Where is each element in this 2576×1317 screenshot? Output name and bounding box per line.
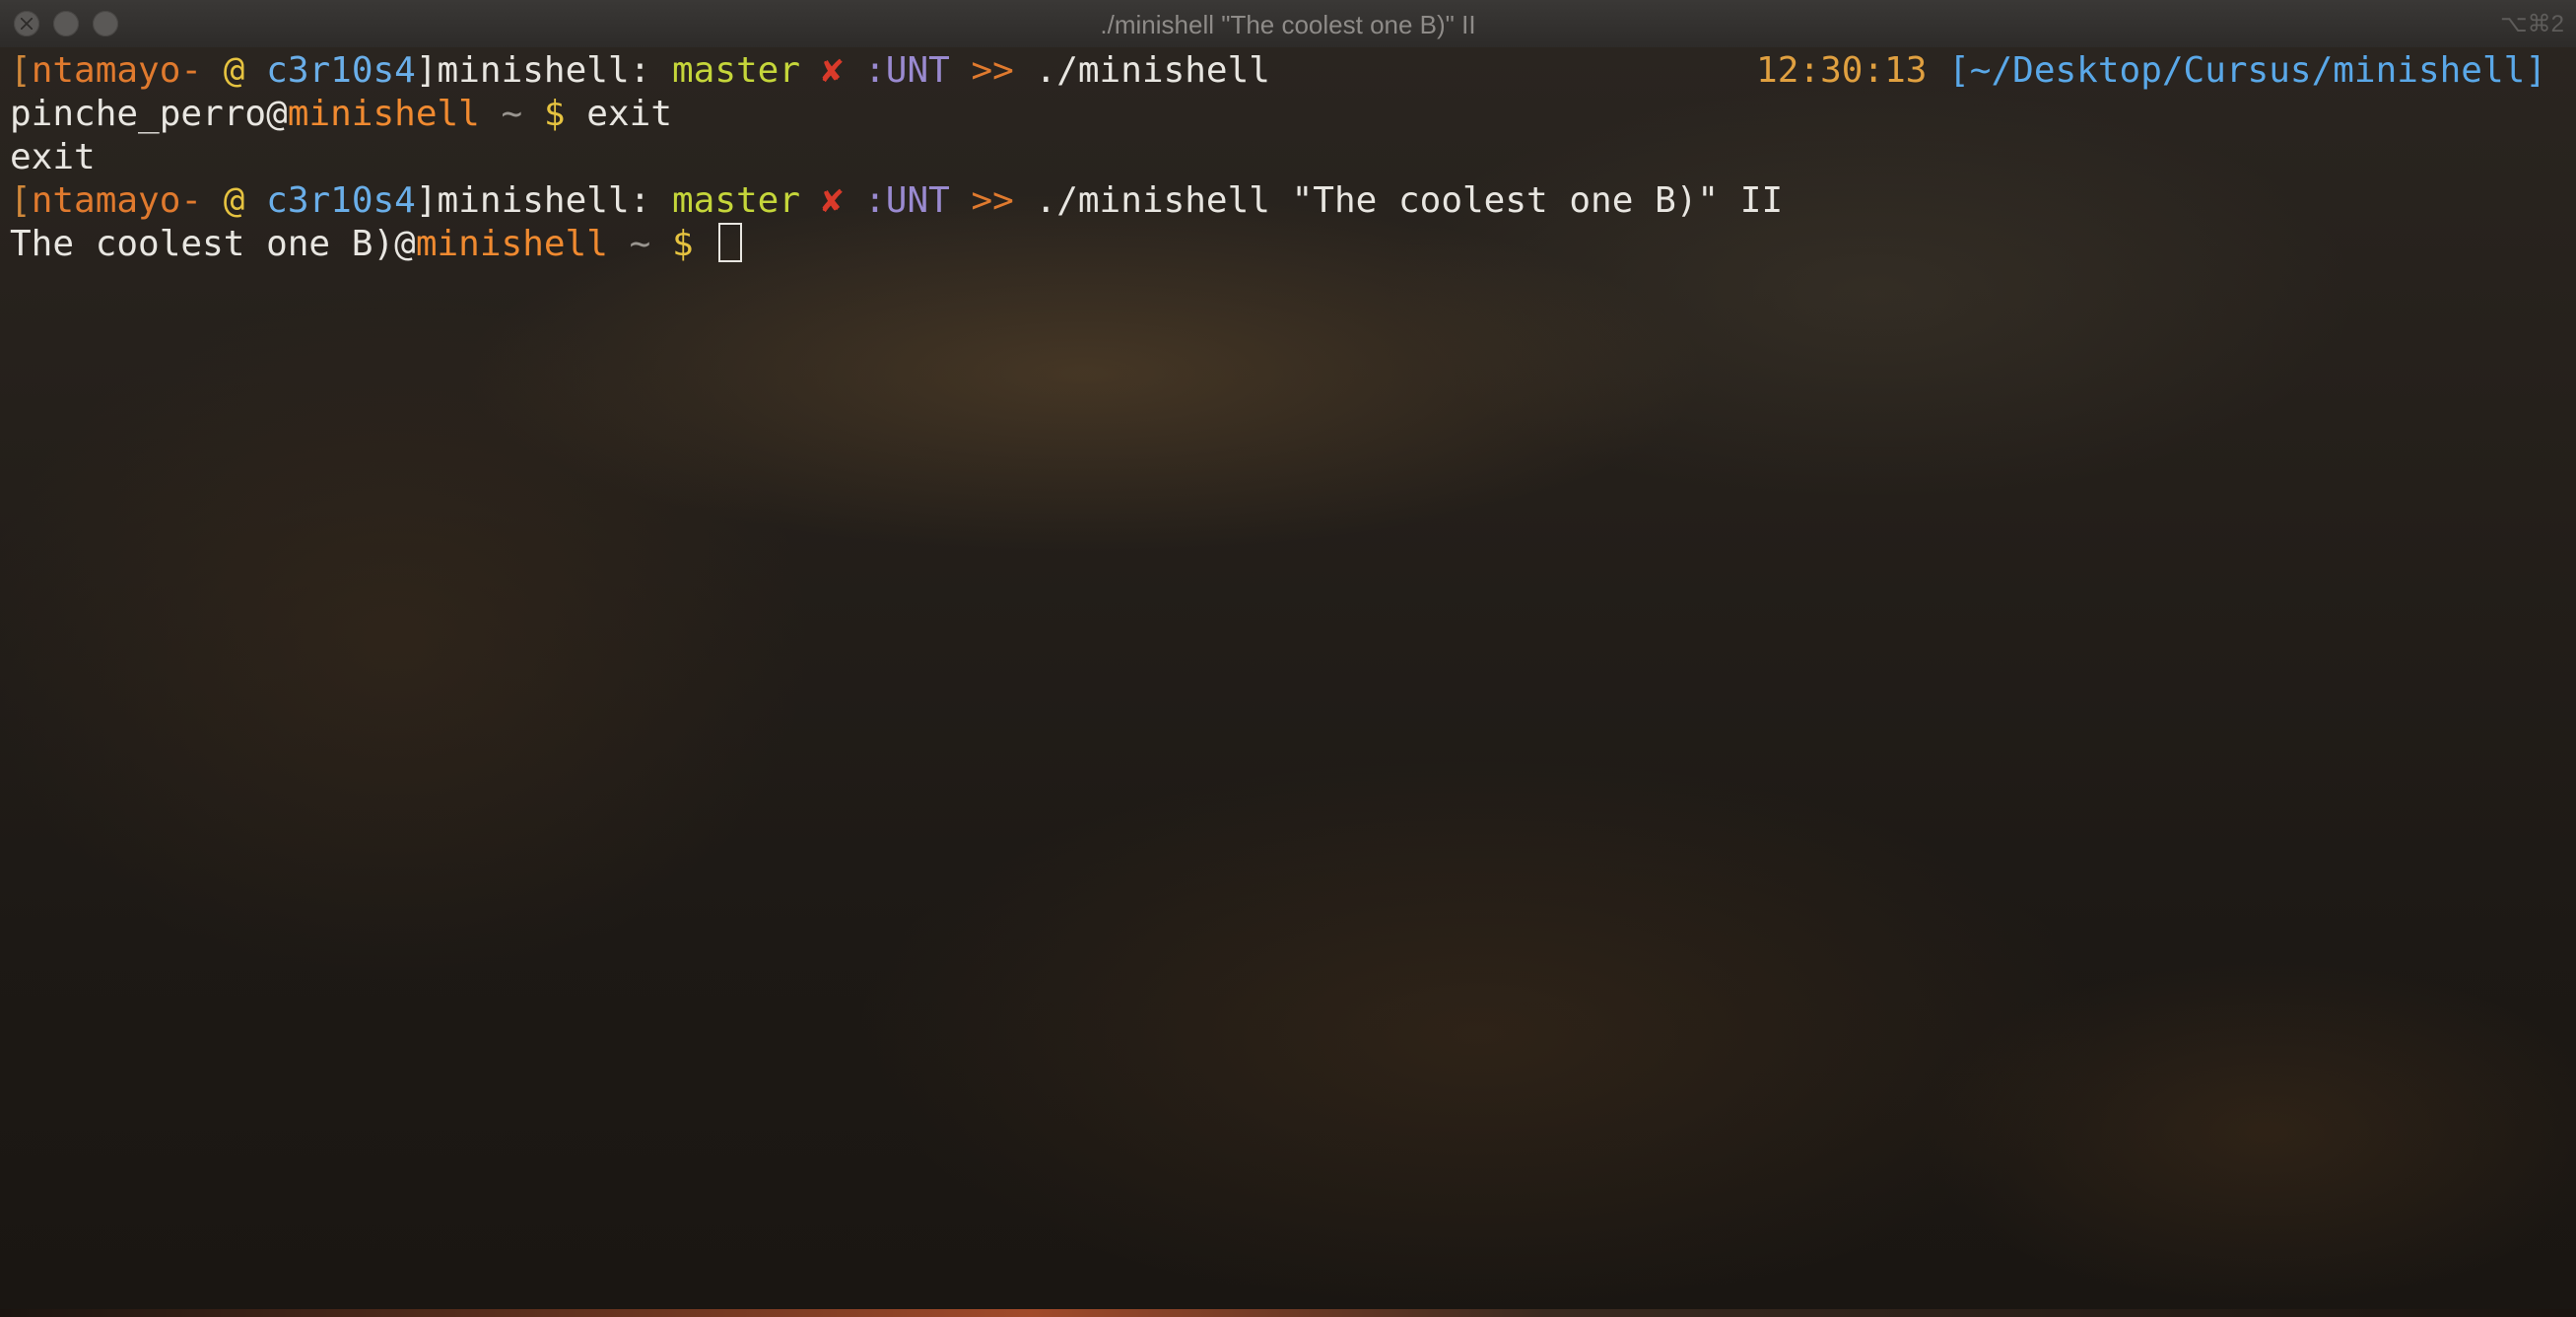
minishell-prompt-at: @ <box>266 94 288 134</box>
prompt-dir: minishell: <box>437 50 651 91</box>
prompt-user: ntamayo- <box>31 180 203 221</box>
prompt-host: c3r10s4 <box>266 50 416 91</box>
clock-time: 12:30:13 <box>1756 50 1928 91</box>
current-path: [~/Desktop/Cursus/minishell] <box>1948 50 2546 91</box>
window-title: ./minishell "The coolest one B)" II <box>1100 10 1476 39</box>
text-cursor[interactable] <box>718 223 743 262</box>
terminal-line-3: exit <box>10 136 96 179</box>
prompt-at: @ <box>223 180 245 221</box>
git-dirty-icon: ✘ <box>821 180 844 221</box>
minishell-prompt-tilde: ~ <box>629 224 651 264</box>
tab-shortcut-label: ⌥⌘2 <box>2499 11 2564 37</box>
minishell-prompt-at: @ <box>394 224 416 264</box>
title-bar[interactable]: ./minishell "The coolest one B)" II ⌥⌘2 <box>0 0 2576 48</box>
terminal-line-4: [ntamayo- @ c3r10s4]minishell: master ✘ … <box>10 179 1783 223</box>
prompt-arrows: >> <box>971 50 1014 91</box>
git-status: :UNT <box>864 180 950 221</box>
prompt-open-bracket: [ <box>10 180 32 221</box>
terminal-window: ./minishell "The coolest one B)" II ⌥⌘2 … <box>0 0 2576 1317</box>
prompt-user: ntamayo- <box>31 50 203 91</box>
prompt-dir: minishell: <box>437 180 651 221</box>
terminal-line-1: [ntamayo- @ c3r10s4]minishell: master ✘ … <box>10 49 1270 93</box>
right-prompt: 12:30:13 [~/Desktop/Cursus/minishell] <box>1756 49 2546 93</box>
terminal-line-2: pinche_perro@minishell ~ $ exit <box>10 93 672 136</box>
command-text: ./minishell <box>1035 50 1270 91</box>
output-text: exit <box>10 137 96 177</box>
prompt-open-bracket: [ <box>10 50 32 91</box>
git-branch: master <box>671 50 801 91</box>
terminal-line-5[interactable]: The coolest one B)@minishell ~ $ <box>10 223 743 266</box>
git-branch: master <box>671 180 801 221</box>
minishell-prompt-dollar: $ <box>543 94 566 134</box>
git-status: :UNT <box>864 50 950 91</box>
minishell-prompt-host: minishell <box>415 224 608 264</box>
background-strip <box>0 1309 2576 1317</box>
minishell-prompt-host: minishell <box>287 94 480 134</box>
command-text: ./minishell "The coolest one B)" II <box>1035 180 1784 221</box>
minishell-prompt-user: The coolest one B) <box>10 224 395 264</box>
command-text: exit <box>586 94 672 134</box>
minishell-prompt-tilde: ~ <box>501 94 523 134</box>
git-dirty-icon: ✘ <box>821 50 844 91</box>
prompt-at: @ <box>223 50 245 91</box>
prompt-host: c3r10s4 <box>266 180 416 221</box>
minishell-prompt-user: pinche_perro <box>10 94 267 134</box>
minishell-prompt-dollar: $ <box>671 224 694 264</box>
prompt-close-bracket: ] <box>415 50 438 91</box>
prompt-arrows: >> <box>971 180 1014 221</box>
prompt-close-bracket: ] <box>415 180 438 221</box>
